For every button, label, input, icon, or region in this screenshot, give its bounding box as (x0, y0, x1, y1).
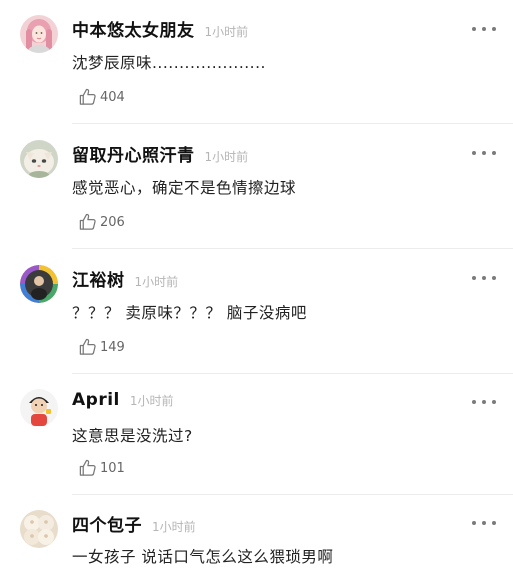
username[interactable]: April 1小时前 (72, 390, 174, 410)
more-dots-icon[interactable] (472, 397, 496, 407)
avatar[interactable] (20, 15, 58, 53)
username-text[interactable]: April (72, 390, 120, 410)
comment-text: 一女孩子 说话口气怎么这么猥琐男啊 (72, 548, 334, 566)
username[interactable]: 留取丹心照汗青 1小时前 (72, 141, 248, 166)
like-button[interactable]: 101 (78, 457, 125, 477)
thumbs-up-outline-icon (79, 88, 96, 105)
avatar[interactable] (20, 265, 58, 303)
comment-time: 1小时前 (204, 150, 249, 164)
comment-text: 感觉恶心，确定不是色情擦边球 (72, 179, 297, 197)
thumbs-up-outline-icon (79, 459, 96, 476)
thumbs-up-outline-icon (79, 213, 96, 230)
more-dots-icon[interactable] (472, 24, 496, 34)
username[interactable]: 四个包子 1小时前 (72, 511, 196, 536)
like-button[interactable]: 149 (78, 336, 125, 356)
username[interactable]: 江裕树 1小时前 (72, 266, 178, 291)
like-count: 206 (100, 215, 125, 230)
comment-text: 沈梦辰原味..................... (72, 54, 266, 72)
comment-time: 1小时前 (134, 275, 179, 289)
more-dots-icon[interactable] (472, 148, 496, 158)
comment-item: 留取丹心照汗青 1小时前 感觉恶心，确定不是色情擦边球 206 (0, 124, 513, 249)
comment-item: 四个包子 1小时前 一女孩子 说话口气怎么这么猥琐男啊 (0, 495, 513, 575)
username-text[interactable]: 四个包子 (72, 516, 142, 536)
comment-item: 江裕树 1小时前 ？？？ 卖原味？？？ 脑子没病吧 149 (0, 249, 513, 374)
like-count: 149 (100, 340, 125, 355)
username-text[interactable]: 留取丹心照汗青 (72, 146, 195, 166)
like-count: 404 (100, 90, 125, 105)
username-text[interactable]: 中本悠太女朋友 (72, 21, 195, 41)
thumbs-up-outline-icon (79, 338, 96, 355)
more-dots-icon[interactable] (472, 518, 496, 528)
like-button[interactable]: 404 (78, 86, 125, 106)
like-button[interactable]: 206 (78, 211, 125, 231)
avatar[interactable] (20, 510, 58, 548)
comment-text: ？？？ 卖原味？？？ 脑子没病吧 (72, 304, 307, 322)
comment-time: 1小时前 (152, 520, 196, 534)
comment-item: 中本悠太女朋友 1小时前 沈梦辰原味..................... 4… (0, 0, 513, 124)
comment-text: 这意思是没洗过? (72, 427, 193, 445)
comment-item: April 1小时前 这意思是没洗过? 101 (0, 374, 513, 495)
avatar[interactable] (20, 140, 58, 178)
username[interactable]: 中本悠太女朋友 1小时前 (72, 16, 248, 41)
more-dots-icon[interactable] (472, 273, 496, 283)
comment-time: 1小时前 (129, 394, 174, 408)
comment-time: 1小时前 (204, 25, 249, 39)
username-text[interactable]: 江裕树 (72, 271, 125, 291)
like-count: 101 (100, 461, 125, 476)
avatar[interactable] (20, 389, 58, 427)
